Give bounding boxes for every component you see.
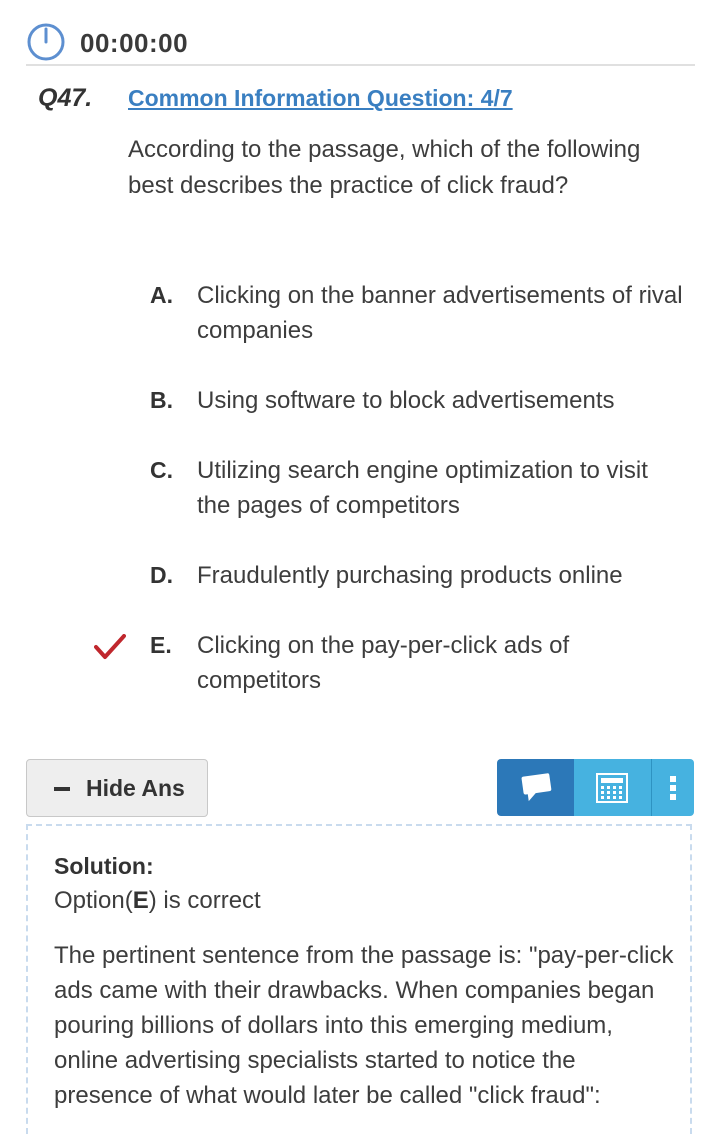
calculator-icon (596, 773, 628, 803)
option-letter: E. (150, 632, 172, 658)
minus-icon (54, 787, 70, 791)
question-text: According to the passage, which of the f… (128, 136, 641, 199)
more-vertical-icon (670, 776, 676, 800)
option-text: Clicking on the pay-per-click ads of com… (197, 632, 570, 694)
option-letter: B. (150, 387, 173, 413)
chat-icon (521, 773, 552, 802)
common-info-link[interactable]: Common Information Question: 4/7 (128, 85, 513, 112)
solution-option-letter: E (132, 887, 149, 914)
hide-answer-button[interactable]: Hide Ans (26, 759, 208, 817)
clock-icon (27, 23, 65, 61)
hide-answer-label: Hide Ans (86, 775, 185, 801)
discussion-button[interactable] (497, 759, 574, 816)
solution-option-suffix: ) is correct (148, 887, 261, 914)
option-text: Clicking on the banner advertisements of… (197, 282, 683, 344)
solution-correct-option: Option(E) is correct (54, 887, 261, 915)
calculator-button[interactable] (574, 759, 651, 816)
answer-toolbar (497, 759, 694, 816)
option-text: Utilizing search engine optimization to … (197, 457, 648, 519)
option-letter: D. (150, 562, 173, 588)
check-icon (94, 634, 126, 659)
option-text: Using software to block advertisements (197, 387, 615, 414)
timer-bar: 00:00:00 (26, 20, 695, 66)
option-letter: A. (150, 282, 173, 308)
more-options-button[interactable] (651, 759, 694, 816)
solution-option-prefix: Option( (54, 887, 133, 914)
option-text: Fraudulently purchasing products online (197, 562, 623, 589)
question-number: Q47. (38, 84, 93, 112)
timer-value: 00:00:00 (80, 28, 189, 58)
option-letter: C. (150, 457, 173, 483)
solution-title: Solution: (54, 853, 154, 879)
solution-explanation: The pertinent sentence from the passage … (54, 942, 674, 1109)
